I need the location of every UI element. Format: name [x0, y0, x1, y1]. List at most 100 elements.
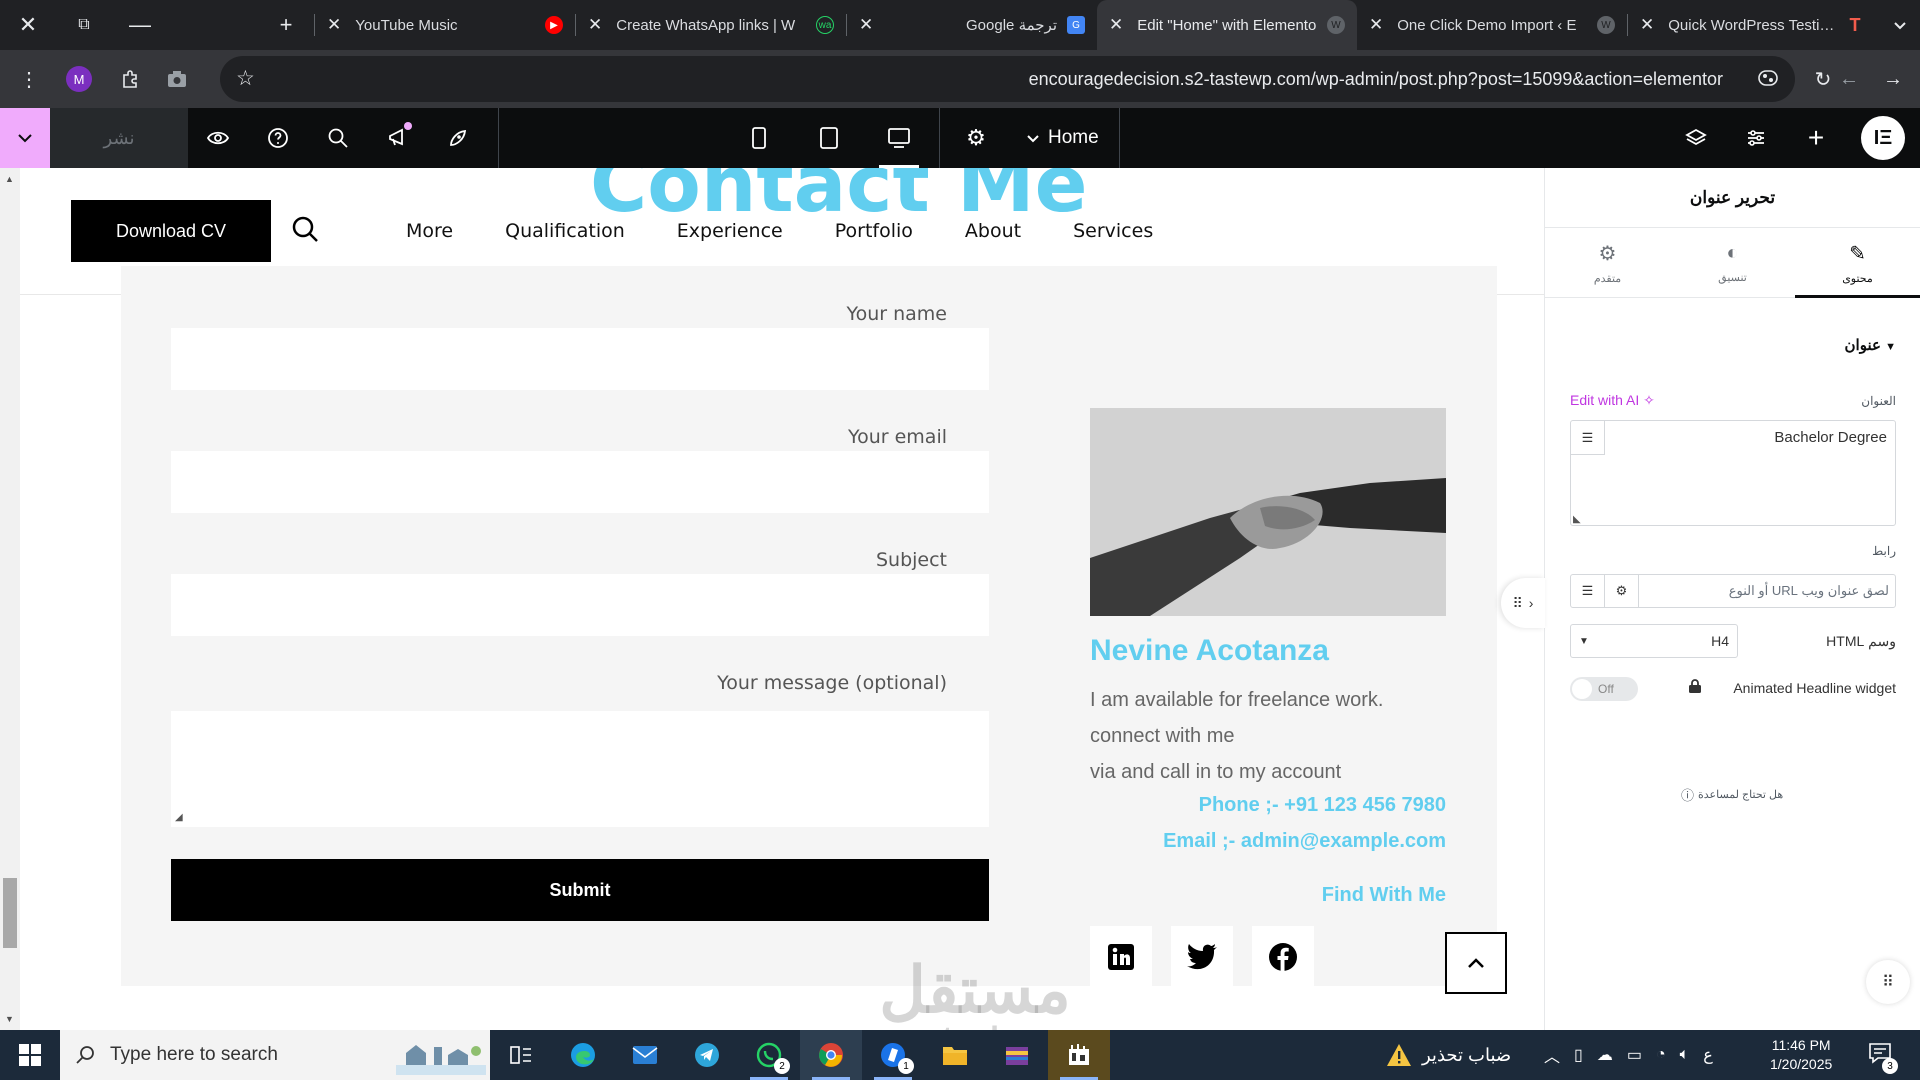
- volume-icon[interactable]: 🔈︎: [1680, 1046, 1690, 1064]
- chevron-up-icon[interactable]: ︿: [1544, 1043, 1560, 1067]
- publish-button[interactable]: نشر: [50, 108, 188, 168]
- publish-options-chevron-icon[interactable]: [0, 108, 50, 168]
- add-element-plus-icon[interactable]: +: [1786, 108, 1846, 168]
- nav-item-services[interactable]: Services: [1073, 220, 1153, 242]
- extensions-icon[interactable]: [108, 56, 154, 102]
- page-selector[interactable]: Home: [1006, 127, 1119, 149]
- minimize-window-icon[interactable]: —: [112, 0, 168, 50]
- browser-tab-elementor-edit[interactable]: ✕ Edit "Home" with Elemento W: [1097, 0, 1357, 50]
- windows-start-icon[interactable]: [0, 1030, 60, 1080]
- help-link[interactable]: هل تحتاج لمساعدة ⓘ: [1681, 785, 1783, 804]
- panel-collapse-handle[interactable]: ⠿ ›: [1501, 578, 1545, 628]
- profile-button[interactable]: M: [56, 56, 102, 102]
- help-icon[interactable]: [248, 108, 308, 168]
- chrome-profile-icon[interactable]: 1: [862, 1030, 924, 1080]
- tab-advanced[interactable]: ⚙ متقدم: [1545, 228, 1670, 297]
- file-explorer-icon[interactable]: [924, 1030, 986, 1080]
- site-settings-sliders-icon[interactable]: [1726, 108, 1786, 168]
- whats-new-megaphone-icon[interactable]: [368, 108, 428, 168]
- facebook-button[interactable]: [1252, 926, 1314, 988]
- phone-link-icon[interactable]: ▯: [1574, 1045, 1583, 1065]
- close-tab-icon[interactable]: ✕: [1109, 15, 1123, 35]
- notification-center-icon[interactable]: 3: [1868, 1042, 1898, 1074]
- html-tag-select[interactable]: ▼ H4: [1570, 624, 1738, 658]
- animated-headline-toggle[interactable]: Off: [1570, 677, 1638, 701]
- scroll-up-arrow-icon[interactable]: ▲: [5, 174, 14, 184]
- restore-window-icon[interactable]: ⧉: [56, 0, 112, 50]
- site-settings-icon[interactable]: [1757, 68, 1779, 93]
- scroll-down-arrow-icon[interactable]: ▼: [5, 1014, 14, 1024]
- nav-item-experience[interactable]: Experience: [677, 220, 783, 242]
- photo-editor-icon[interactable]: [1048, 1030, 1110, 1080]
- elementor-logo[interactable]: IΞ: [1846, 108, 1920, 168]
- resize-handle-icon[interactable]: ◣: [1573, 514, 1581, 525]
- winrar-icon[interactable]: [986, 1030, 1048, 1080]
- taskbar-clock[interactable]: 11:46 PM 1/20/2025: [1770, 1036, 1832, 1074]
- drag-handle-icon[interactable]: ⠿: [1866, 960, 1910, 1004]
- link-field[interactable]: ☰ ⚙ لصق عنوان ويب URL أو النوع: [1570, 574, 1896, 608]
- onedrive-cloud-icon[interactable]: ☁: [1597, 1045, 1613, 1065]
- edge-icon[interactable]: [552, 1030, 614, 1080]
- address-bar[interactable]: ☆ encouragedecision.s2-tastewp.com/wp-ad…: [220, 56, 1795, 102]
- profile-name[interactable]: Nevine Acotanza: [1090, 634, 1329, 668]
- page-settings-gear-icon[interactable]: ⚙: [946, 108, 1006, 168]
- nav-item-qualification[interactable]: Qualification: [505, 220, 625, 242]
- browser-tab-youtube-music[interactable]: ✕ YouTube Music ▶: [315, 0, 575, 50]
- forward-icon[interactable]: →: [1870, 56, 1916, 102]
- download-cv-button[interactable]: Download CV: [71, 200, 271, 262]
- back-to-top-button[interactable]: [1445, 932, 1507, 994]
- dynamic-tags-icon[interactable]: ☰: [1571, 575, 1605, 607]
- dynamic-tags-icon[interactable]: ☰: [1571, 421, 1605, 455]
- structure-layers-icon[interactable]: [1666, 108, 1726, 168]
- canvas-scrollbar[interactable]: ▲ ▼: [0, 168, 20, 1030]
- name-field[interactable]: [171, 328, 989, 390]
- browser-tab-demo-import[interactable]: ✕ One Click Demo Import ‹ E W: [1357, 0, 1627, 50]
- email-field[interactable]: [171, 451, 989, 513]
- nav-item-portfolio[interactable]: Portfolio: [835, 220, 913, 242]
- new-tab-button[interactable]: +: [258, 0, 314, 50]
- close-window-icon[interactable]: ✕: [0, 0, 56, 50]
- link-options-gear-icon[interactable]: ⚙: [1605, 575, 1639, 607]
- bookmark-star-icon[interactable]: ☆: [236, 66, 255, 91]
- close-tab-icon[interactable]: ✕: [859, 15, 873, 35]
- tablet-view-icon[interactable]: [799, 108, 859, 168]
- telegram-icon[interactable]: [676, 1030, 738, 1080]
- wifi-icon[interactable]: ◔: [1656, 1046, 1666, 1064]
- weather-widget[interactable]: ضباب تحذير: [1386, 1030, 1511, 1080]
- close-tab-icon[interactable]: ✕: [588, 15, 602, 35]
- nav-item-about[interactable]: About: [965, 220, 1021, 242]
- message-field[interactable]: ◢: [171, 711, 989, 827]
- browser-tab-tastewp[interactable]: ✕ Quick WordPress Testing & T: [1628, 0, 1876, 50]
- back-icon[interactable]: ←: [1826, 56, 1872, 102]
- browser-menu-icon[interactable]: ⋮: [6, 56, 52, 102]
- title-textarea[interactable]: ☰ Bachelor Degree ◣: [1570, 420, 1896, 526]
- mobile-view-icon[interactable]: [729, 108, 789, 168]
- tab-search-chevron-icon[interactable]: [1880, 0, 1920, 50]
- mail-icon[interactable]: [614, 1030, 676, 1080]
- linkedin-button[interactable]: [1090, 926, 1152, 988]
- browser-tab-google-translate[interactable]: ✕ Google ترجمة G: [847, 0, 1097, 50]
- subject-field[interactable]: [171, 574, 989, 636]
- close-tab-icon[interactable]: ✕: [327, 15, 341, 35]
- task-view-icon[interactable]: [490, 1030, 552, 1080]
- tab-content[interactable]: ✎ محتوى: [1795, 228, 1920, 298]
- language-indicator[interactable]: ع: [1703, 1045, 1713, 1065]
- close-tab-icon[interactable]: ✕: [1640, 15, 1654, 35]
- whatsapp-taskbar-icon[interactable]: 2: [738, 1030, 800, 1080]
- site-search-icon[interactable]: [290, 214, 320, 249]
- close-tab-icon[interactable]: ✕: [1369, 15, 1383, 35]
- site-launch-rocket-icon[interactable]: [428, 108, 488, 168]
- preview-eye-icon[interactable]: [188, 108, 248, 168]
- twitter-button[interactable]: [1171, 926, 1233, 988]
- battery-icon[interactable]: ▭: [1627, 1045, 1642, 1065]
- scrollbar-thumb[interactable]: [3, 878, 17, 948]
- resize-handle-icon[interactable]: ◢: [175, 812, 183, 823]
- tab-style[interactable]: ◐ تنسيق: [1670, 228, 1795, 297]
- camera-icon[interactable]: [154, 56, 200, 102]
- finder-search-icon[interactable]: [308, 108, 368, 168]
- desktop-view-icon[interactable]: [869, 108, 929, 168]
- section-toggle-title[interactable]: ▼ عنوان: [1845, 336, 1896, 354]
- browser-tab-whatsapp-links[interactable]: ✕ Create WhatsApp links | W wa: [576, 0, 846, 50]
- chrome-icon[interactable]: [800, 1030, 862, 1080]
- edit-with-ai-button[interactable]: Edit with AI ✧: [1570, 392, 1655, 409]
